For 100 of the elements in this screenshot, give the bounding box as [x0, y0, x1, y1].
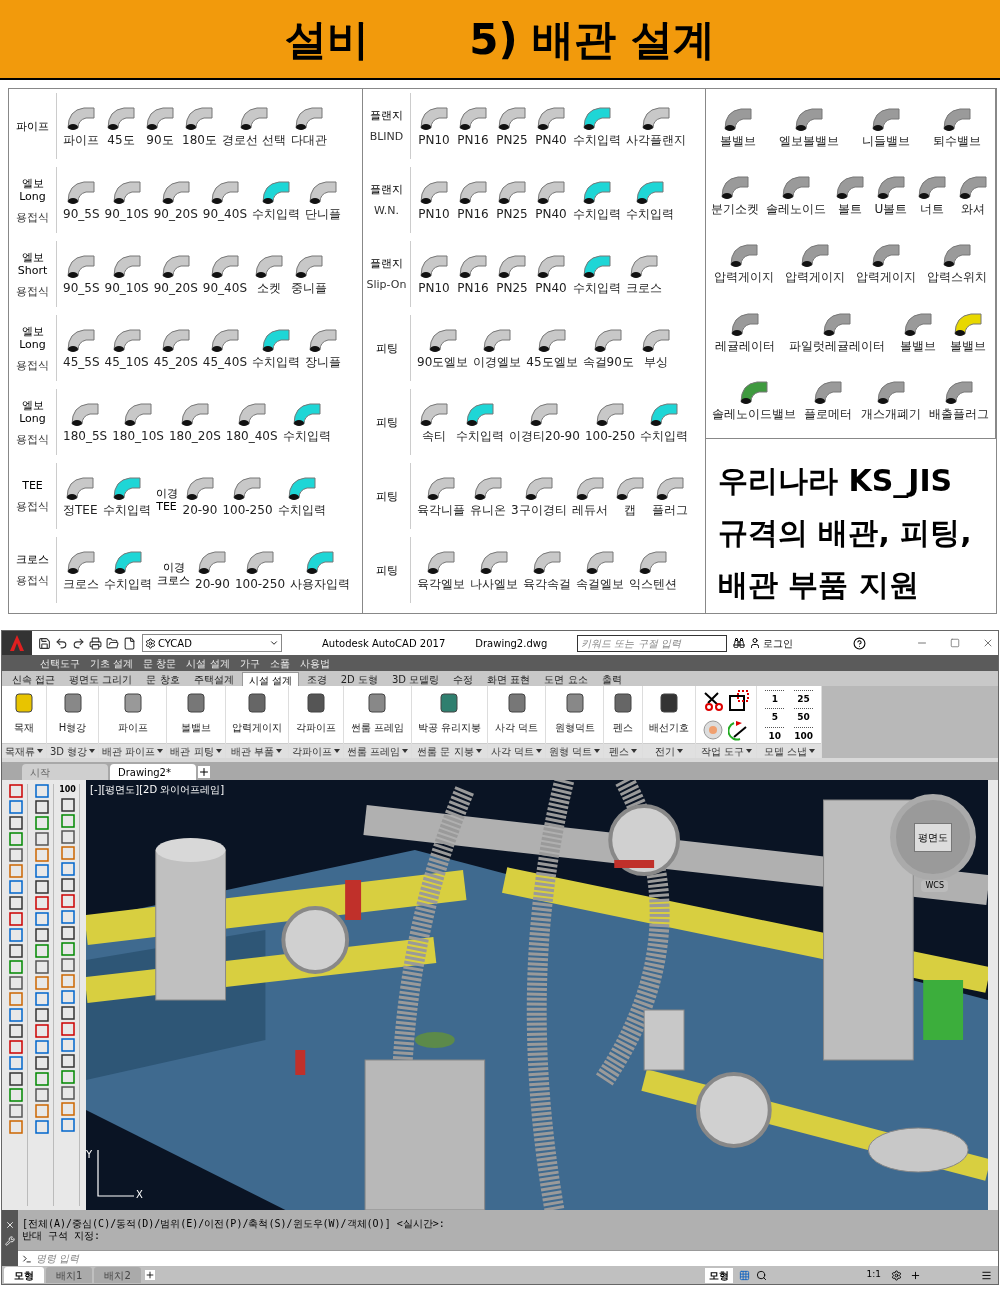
ribbon-button[interactable]: H형강: [52, 686, 93, 743]
toolbar-tool-icon[interactable]: [8, 1008, 23, 1022]
part-label[interactable]: 속걸90도: [582, 354, 634, 370]
ribbon-tab[interactable]: 평면도 그리기: [63, 672, 139, 686]
ribbon-button[interactable]: 썬룸 프레임: [344, 686, 410, 743]
toolbar-tool-icon[interactable]: [34, 928, 49, 942]
folder-icon[interactable]: [106, 636, 119, 650]
toolbar-tool-icon[interactable]: [34, 1120, 49, 1134]
menu-item[interactable]: 시설 설계: [186, 655, 230, 671]
toolbar-tool-icon[interactable]: [34, 1024, 49, 1038]
toolbar-tool-icon[interactable]: [8, 864, 23, 878]
toolbar-tool-icon[interactable]: [34, 864, 49, 878]
toolbar-tool-icon[interactable]: [8, 928, 23, 942]
part-label[interactable]: 3구이경티: [511, 502, 567, 518]
panel-title-dropdown[interactable]: 3D 형강: [47, 743, 99, 758]
part-label[interactable]: 유니온: [470, 502, 506, 518]
toolbar-tool-icon[interactable]: [60, 878, 75, 892]
print-icon[interactable]: [89, 636, 102, 650]
toolbar-tool-icon[interactable]: [60, 830, 75, 844]
app-menu-button[interactable]: [2, 631, 32, 655]
part-label[interactable]: 압력스위치: [927, 269, 988, 286]
maximize-icon[interactable]: [950, 638, 961, 648]
toolbar-tool-icon[interactable]: [8, 976, 23, 990]
menu-item[interactable]: 문 창문: [143, 655, 177, 671]
part-label[interactable]: 볼트: [838, 201, 863, 218]
part-label[interactable]: 180_10S: [112, 428, 164, 444]
toolbar-tool-icon[interactable]: [60, 958, 75, 972]
part-label[interactable]: 100-250: [234, 576, 285, 592]
part-label[interactable]: 정TEE: [63, 502, 98, 518]
part-label[interactable]: 45_20S: [153, 354, 198, 370]
part-label[interactable]: 이경엘보: [473, 354, 522, 370]
part-label[interactable]: 180도: [182, 132, 217, 148]
menu-item[interactable]: 기초 설계: [90, 655, 134, 671]
part-label[interactable]: 크로스: [63, 576, 99, 592]
ribbon-button[interactable]: 원형덕트: [548, 686, 601, 743]
panel-title-dropdown[interactable]: 배관 파이프: [99, 743, 167, 758]
ribbon-button[interactable]: 배선기호: [643, 686, 696, 743]
part-label[interactable]: 90도엘보: [417, 354, 469, 370]
part-label[interactable]: 수치입력: [102, 502, 151, 518]
part-label[interactable]: 20-90: [195, 576, 230, 592]
ribbon-tab[interactable]: 3D 모델링: [386, 672, 446, 686]
prompt-icon[interactable]: [22, 1253, 32, 1264]
part-label[interactable]: PN40: [535, 206, 567, 222]
part-label[interactable]: 수치입력: [252, 206, 300, 222]
part-label[interactable]: PN40: [535, 132, 567, 148]
layout-tab[interactable]: 모형: [4, 1267, 44, 1283]
toolbar-tool-icon[interactable]: [34, 896, 49, 910]
toolbar-tool-icon[interactable]: [60, 814, 75, 828]
part-label[interactable]: PN16: [457, 206, 489, 222]
part-label[interactable]: 45_10S: [104, 354, 149, 370]
ribbon-button[interactable]: 박공 유리지붕: [411, 686, 487, 743]
part-label[interactable]: 100-250: [584, 428, 635, 444]
part-label[interactable]: 나사엘보: [470, 576, 518, 592]
part-label[interactable]: 수치입력: [640, 428, 688, 444]
part-label[interactable]: 180_5S: [63, 428, 108, 444]
part-label[interactable]: 90_40S: [202, 280, 247, 296]
ribbon-button[interactable]: 사각 덕트: [489, 686, 545, 743]
menu-icon[interactable]: [981, 1269, 992, 1281]
file-tab[interactable]: 시작: [22, 764, 108, 780]
panel-title-dropdown[interactable]: 목재류: [2, 743, 46, 758]
panel-title-dropdown[interactable]: 썬룸 문 지붕: [411, 743, 487, 758]
part-label[interactable]: 90_40S: [202, 206, 247, 222]
toolbar-tool-icon[interactable]: [34, 800, 49, 814]
part-label[interactable]: 압력게이지: [713, 269, 774, 286]
file-tab[interactable]: Drawing2*: [110, 764, 196, 780]
panel-title-dropdown[interactable]: 전기: [643, 743, 696, 758]
snap-scale-button[interactable]: 1: [765, 690, 785, 706]
snap-scale-button[interactable]: 50: [794, 708, 813, 725]
part-label[interactable]: 45도: [107, 132, 135, 148]
toolbar-tool-icon[interactable]: [34, 1088, 49, 1102]
toolbar-tool-icon[interactable]: [60, 1038, 75, 1052]
toolbar-tool-icon[interactable]: [34, 1072, 49, 1086]
part-label[interactable]: 플러그: [651, 502, 688, 518]
part-label[interactable]: PN25: [496, 280, 528, 296]
part-label[interactable]: 소켓: [257, 280, 281, 296]
part-label[interactable]: PN16: [457, 132, 489, 148]
toolbar-tool-icon[interactable]: [34, 1040, 49, 1054]
part-label[interactable]: 90_10S: [104, 206, 149, 222]
panel-title-dropdown[interactable]: 작업 도구: [696, 743, 757, 758]
part-label[interactable]: PN16: [457, 280, 489, 296]
toolbar-tool-icon[interactable]: [8, 960, 23, 974]
toolbar-tool-icon[interactable]: [60, 846, 75, 860]
toolbar-tool-icon[interactable]: [34, 1008, 49, 1022]
part-label[interactable]: 압력게이지: [856, 269, 917, 286]
ribbon-button[interactable]: 펜스: [604, 686, 643, 743]
part-label[interactable]: 20-90: [182, 502, 218, 518]
part-label[interactable]: 45_40S: [202, 354, 247, 370]
part-label[interactable]: 45도엘보: [526, 354, 578, 370]
toolbar-tool-icon[interactable]: [34, 1056, 49, 1070]
part-label[interactable]: 엘보볼밸브: [778, 133, 839, 150]
undo-icon[interactable]: [55, 636, 68, 650]
toolbar-tool-icon[interactable]: [8, 1104, 23, 1118]
snap-scale-button[interactable]: 5: [765, 708, 785, 725]
grid-icon[interactable]: [738, 1269, 750, 1281]
toolbar-tool-icon[interactable]: [8, 1024, 23, 1038]
toolbar-tool-icon[interactable]: [34, 1104, 49, 1118]
part-label[interactable]: 속티: [422, 428, 446, 444]
part-label[interactable]: 압력게이지: [784, 269, 845, 286]
toolbar-tool-icon[interactable]: [60, 1102, 75, 1116]
part-label[interactable]: 육각니플: [417, 502, 465, 518]
